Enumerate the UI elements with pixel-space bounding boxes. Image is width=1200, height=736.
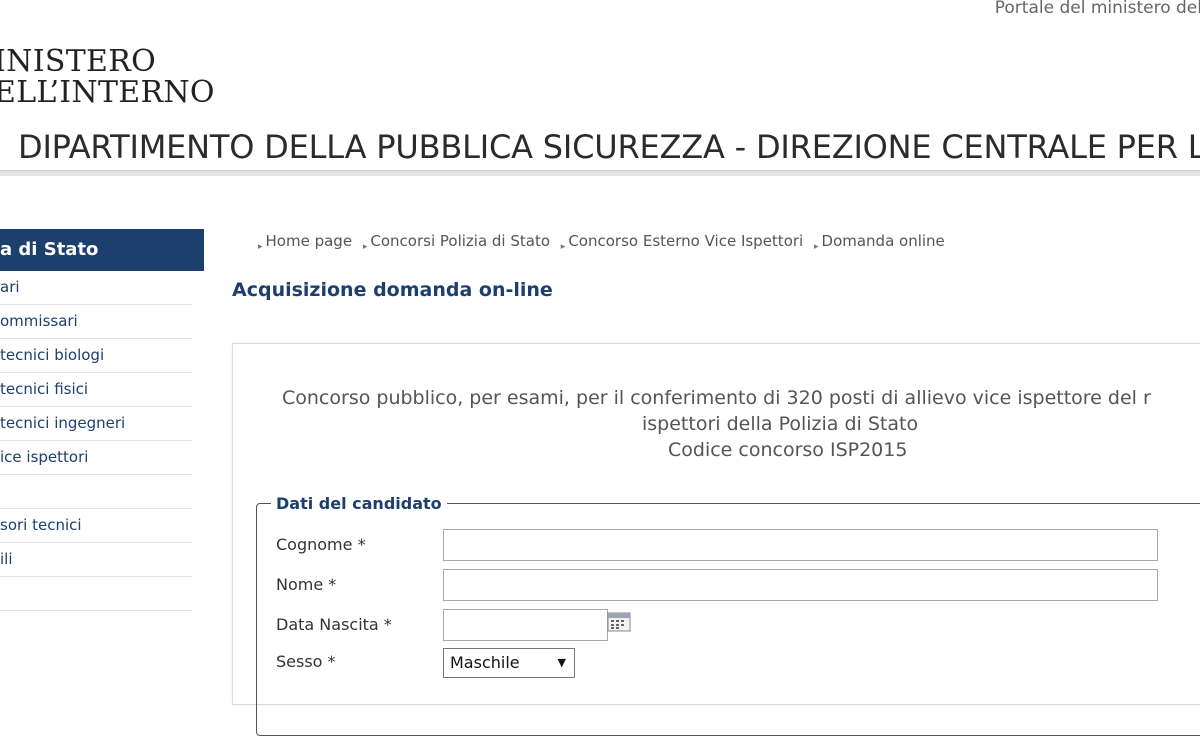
portal-link[interactable]: Portale del ministero del — [995, 0, 1200, 18]
sidebar-item[interactable] — [0, 475, 192, 509]
department-title: DIPARTIMENTO DELLA PUBBLICA SICUREZZA - … — [18, 128, 1200, 166]
nome-input[interactable] — [443, 569, 1158, 601]
breadcrumb-home-link[interactable]: Home page — [266, 232, 353, 250]
sidebar-item[interactable]: ommissari — [0, 305, 192, 339]
breadcrumb-concorsi-link[interactable]: Concorsi Polizia di Stato — [370, 232, 550, 250]
data-nascita-label: Data Nascita * — [276, 615, 392, 634]
sidebar-item[interactable]: ili — [0, 543, 192, 577]
data-nascita-input[interactable] — [443, 609, 608, 641]
sidebar-menu: ari ommissari tecnici biologi tecnici fi… — [0, 271, 192, 611]
sidebar-item[interactable]: ari — [0, 271, 192, 305]
cognome-label: Cognome * — [276, 535, 366, 554]
sidebar-item[interactable]: tecnici ingegneri — [0, 407, 192, 441]
header-divider — [0, 170, 1200, 176]
calendar-icon[interactable] — [607, 612, 631, 632]
breadcrumb-arrow-icon: ▸ — [813, 242, 819, 252]
candidate-legend: Dati del candidato — [276, 494, 442, 513]
chevron-down-icon: ▼ — [557, 656, 566, 669]
breadcrumb: ▸ Home page ▸ Concorsi Polizia di Stato ▸ C… — [258, 232, 951, 252]
breadcrumb-arrow-icon: ▸ — [258, 242, 263, 252]
sidebar: a di Stato ari ommissari tecnici biologi… — [0, 229, 204, 611]
nome-label: Nome * — [276, 575, 337, 594]
sidebar-header[interactable]: a di Stato — [0, 229, 204, 271]
sidebar-item[interactable]: sori tecnici — [0, 509, 192, 543]
breadcrumb-arrow-icon: ▸ — [560, 242, 566, 252]
concorso-line-1: Concorso pubblico, per esami, per il con… — [282, 387, 1151, 409]
page-title: Acquisizione domanda on-line — [232, 279, 553, 301]
logo-line-2: ELL’INTERNO — [0, 75, 215, 110]
sesso-label: Sesso * — [276, 652, 336, 671]
cognome-input[interactable] — [443, 529, 1158, 561]
breadcrumb-current: Domanda online — [821, 232, 945, 250]
concorso-line-2: ispettori della Polizia di Stato — [642, 413, 919, 435]
logo-line-1: INISTERO — [0, 44, 156, 79]
sidebar-item[interactable] — [0, 577, 192, 611]
sesso-selected-value: Maschile — [450, 653, 520, 672]
sidebar-item[interactable]: ice ispettori — [0, 441, 192, 475]
concorso-code: Codice concorso ISP2015 — [668, 439, 908, 461]
sesso-select[interactable]: Maschile ▼ — [443, 648, 575, 678]
breadcrumb-arrow-icon: ▸ — [362, 242, 368, 252]
breadcrumb-concorso-link[interactable]: Concorso Esterno Vice Ispettori — [568, 232, 803, 250]
ministry-logo[interactable]: INISTERO ELL’INTERNO — [0, 46, 215, 108]
sidebar-item[interactable]: tecnici fisici — [0, 373, 192, 407]
sidebar-item[interactable]: tecnici biologi — [0, 339, 192, 373]
